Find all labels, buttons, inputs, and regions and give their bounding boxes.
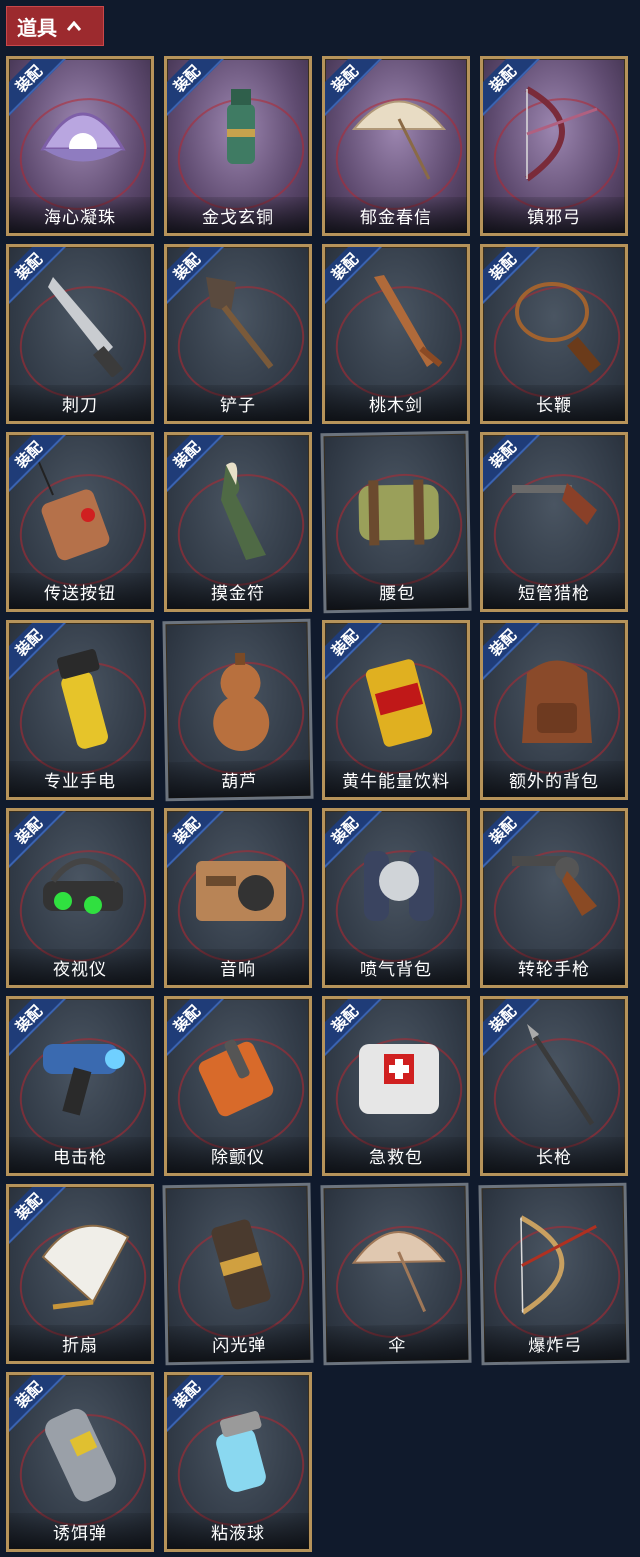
- item-name: 爆炸弓: [483, 1323, 627, 1363]
- slime-ball-icon: [216, 1411, 266, 1492]
- item-card[interactable]: 装配 折扇: [6, 1184, 154, 1364]
- item-card[interactable]: 装配 急救包: [322, 996, 470, 1176]
- wooden-sword-icon: [374, 275, 443, 367]
- item-name: 传送按钮: [9, 573, 151, 609]
- folding-fan-icon: [41, 1224, 130, 1310]
- flashlight-icon: [56, 649, 108, 749]
- item-card[interactable]: 闪光弹: [162, 1182, 314, 1366]
- item-card[interactable]: 装配 电击枪: [6, 996, 154, 1176]
- bow-icon: [525, 86, 598, 182]
- bronze-grenade-icon: [227, 89, 255, 164]
- item-card[interactable]: 爆炸弓: [478, 1182, 630, 1366]
- item-card[interactable]: 腰包: [320, 430, 472, 614]
- defibrillator-icon: [198, 1039, 274, 1117]
- item-card[interactable]: 装配 长鞭: [480, 244, 628, 424]
- item-grid: 装配 海心凝珠 装配 金戈玄铜 装配 郁金春信 装配 镇邪弓装配 刺刀 装配 铲子 装配 桃木剑 装配 长鞭…: [0, 56, 640, 1552]
- item-name: 刺刀: [9, 385, 151, 421]
- item-name: 葫芦: [167, 759, 311, 799]
- first-aid-kit-icon: [359, 1044, 439, 1114]
- item-card[interactable]: 装配 除颤仪: [164, 996, 312, 1176]
- item-card[interactable]: 装配 黄牛能量饮料: [322, 620, 470, 800]
- talisman-icon: [221, 462, 266, 560]
- item-name: 额外的背包: [483, 761, 625, 797]
- item-name: 伞: [325, 1323, 469, 1363]
- knife-icon: [48, 277, 124, 377]
- item-name: 腰包: [325, 571, 469, 611]
- item-card[interactable]: 装配 海心凝珠: [6, 56, 154, 236]
- night-vision-icon: [43, 858, 123, 914]
- decoy-grenade-icon: [45, 1408, 117, 1502]
- item-name: 诱饵弹: [9, 1513, 151, 1549]
- backpack-icon: [522, 660, 592, 743]
- item-name: 急救包: [325, 1137, 467, 1173]
- item-name: 除颤仪: [167, 1137, 309, 1173]
- item-name: 郁金春信: [325, 197, 467, 233]
- umbrella-icon: [351, 1230, 446, 1313]
- item-name: 电击枪: [9, 1137, 151, 1173]
- item-name: 折扇: [9, 1325, 151, 1361]
- jetpack-icon: [364, 851, 434, 921]
- items-category-tab[interactable]: 道具: [6, 6, 104, 46]
- shotgun-icon: [512, 483, 597, 525]
- pearl-shell-icon: [40, 112, 126, 162]
- energy-drink-icon: [365, 659, 433, 747]
- item-name: 铲子: [167, 385, 309, 421]
- item-name: 金戈玄铜: [167, 197, 309, 233]
- item-card[interactable]: 装配 摸金符: [164, 432, 312, 612]
- item-name: 粘液球: [167, 1513, 309, 1549]
- item-card[interactable]: 装配 镇邪弓: [480, 56, 628, 236]
- item-name: 夜视仪: [9, 949, 151, 985]
- item-card[interactable]: 葫芦: [162, 618, 314, 802]
- whip-icon: [515, 282, 601, 374]
- shovel-icon: [206, 277, 274, 369]
- item-card[interactable]: 装配 转轮手枪: [480, 808, 628, 988]
- item-card[interactable]: 装配 诱饵弹: [6, 1372, 154, 1552]
- item-name: 镇邪弓: [483, 197, 625, 233]
- parasol-icon: [351, 100, 447, 180]
- item-card[interactable]: 伞: [320, 1182, 472, 1366]
- remote-button-icon: [37, 459, 110, 561]
- explosive-bow-icon: [519, 1215, 597, 1315]
- item-name: 喷气背包: [325, 949, 467, 985]
- item-card[interactable]: 装配 郁金春信: [322, 56, 470, 236]
- item-name: 闪光弹: [167, 1323, 311, 1363]
- item-card[interactable]: 装配 铲子: [164, 244, 312, 424]
- revolver-icon: [512, 856, 597, 916]
- item-name: 桃木剑: [325, 385, 467, 421]
- gourd-icon: [213, 652, 270, 751]
- item-name: 长鞭: [483, 385, 625, 421]
- item-name: 黄牛能量饮料: [325, 761, 467, 797]
- item-card[interactable]: 装配 刺刀: [6, 244, 154, 424]
- waist-bag-icon: [358, 479, 440, 546]
- item-name: 专业手电: [9, 761, 151, 797]
- flashbang-icon: [211, 1219, 271, 1310]
- item-name: 音响: [167, 949, 309, 985]
- chevron-up-icon: [67, 21, 81, 31]
- item-card[interactable]: 装配 粘液球: [164, 1372, 312, 1552]
- item-name: 摸金符: [167, 573, 309, 609]
- shock-gun-icon: [43, 1044, 125, 1116]
- item-card[interactable]: 装配 额外的背包: [480, 620, 628, 800]
- item-card[interactable]: 装配 专业手电: [6, 620, 154, 800]
- item-card[interactable]: 装配 传送按钮: [6, 432, 154, 612]
- item-name: 转轮手枪: [483, 949, 625, 985]
- item-card[interactable]: 装配 喷气背包: [322, 808, 470, 988]
- item-card[interactable]: 装配 夜视仪: [6, 808, 154, 988]
- spear-icon: [527, 1024, 595, 1126]
- item-card[interactable]: 装配 金戈玄铜: [164, 56, 312, 236]
- radio-icon: [196, 861, 286, 921]
- category-title: 道具: [17, 15, 57, 40]
- item-card[interactable]: 装配 短管猎枪: [480, 432, 628, 612]
- item-name: 长枪: [483, 1137, 625, 1173]
- item-name: 短管猎枪: [483, 573, 625, 609]
- item-card[interactable]: 装配 音响: [164, 808, 312, 988]
- item-card[interactable]: 装配 长枪: [480, 996, 628, 1176]
- item-card[interactable]: 装配 桃木剑: [322, 244, 470, 424]
- item-name: 海心凝珠: [9, 197, 151, 233]
